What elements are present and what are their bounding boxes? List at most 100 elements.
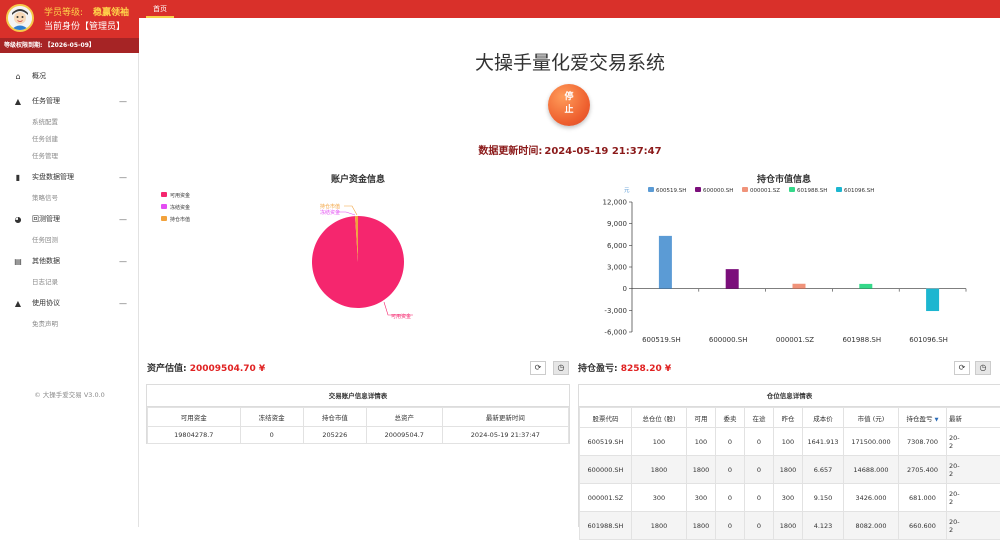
sidebar-item-label: 概况 (32, 72, 46, 80)
legend-swatch (789, 187, 795, 192)
y-tick-label: 9,000 (607, 220, 627, 228)
table-cell: 20- 2 (947, 484, 1000, 512)
table-cell: 681.000 (899, 484, 947, 512)
table-header[interactable]: 市值 (元) (844, 408, 899, 428)
sidebar-item-live-data[interactable]: ▮ 实盘数据管理 — (0, 165, 139, 190)
table-cell: 205226 (303, 427, 366, 444)
legend-label: 601988.SH (797, 188, 827, 194)
table-cell: 1800 (632, 512, 687, 540)
sidebar-item-task-create[interactable]: 任务创建 (0, 131, 139, 148)
table-header[interactable]: 委卖 (716, 408, 745, 428)
table-cell: 100 (687, 428, 716, 456)
table-cell: 0 (716, 456, 745, 484)
collapse-icon[interactable]: — (119, 165, 127, 190)
sidebar-item-agreement[interactable]: ▲ 使用协议 — (0, 291, 139, 316)
position-table-title: 仓位信息详情表 (579, 385, 1000, 407)
collapse-icon[interactable]: — (119, 89, 127, 114)
table-row[interactable]: 600519.SH 100 100 0 0 100 1641.913 17150… (580, 428, 1000, 456)
table-cell: 1800 (774, 456, 803, 484)
table-cell: 0 (716, 428, 745, 456)
table-header[interactable]: 总仓位 (股) (632, 408, 687, 428)
table-header[interactable]: 可用 (687, 408, 716, 428)
sidebar-item-system-config[interactable]: 系统配置 (0, 114, 139, 131)
asset-valuation-label: 资产估值: (147, 364, 187, 374)
level-label: 学员等级: (44, 8, 83, 18)
x-tick-label: 600519.SH (642, 336, 681, 344)
refresh-button[interactable]: ⟳ (530, 361, 546, 375)
position-pnl-value: 8258.20 ¥ (621, 364, 671, 374)
table-cell: 1800 (687, 512, 716, 540)
table-cell: 100 (774, 428, 803, 456)
sidebar-item-disclaimer[interactable]: 免责声明 (0, 316, 139, 333)
table-row[interactable]: 601988.SH 1800 1800 0 0 1800 4.123 8082.… (580, 512, 1000, 540)
stop-button[interactable]: 停止 (548, 84, 590, 126)
sidebar-item-task-management[interactable]: ▲ 任务管理 — (0, 89, 139, 114)
table-cell: 660.600 (899, 512, 947, 540)
account-table-title: 交易账户信息详情表 (147, 385, 569, 407)
legend-swatch (836, 187, 842, 192)
update-time-label: 数据更新时间: (478, 146, 542, 157)
pie-slice-label: 持仓市值 (320, 203, 340, 210)
update-time-value: 2024-05-19 21:37:47 (544, 146, 661, 157)
table-cell: 171500.000 (844, 428, 899, 456)
legend-swatch (648, 187, 654, 192)
account-table: 交易账户信息详情表 可用资金 冻结资金 持仓市值 总资产 最新更新时间 1980… (146, 384, 570, 444)
stop-button-label: 停止 (564, 92, 573, 115)
legend-label: 持仓市值 (170, 216, 190, 223)
sidebar-item-strategy-signals[interactable]: 策略信号 (0, 190, 139, 207)
table-row[interactable]: 600000.SH 1800 1800 0 0 1800 6.657 14688… (580, 456, 1000, 484)
table-header[interactable]: 持仓盈亏 ▼ (899, 408, 947, 428)
sidebar-item-logs[interactable]: 日志记录 (0, 274, 139, 291)
pie-chart-icon: ◕ (12, 207, 24, 232)
refresh-button[interactable]: ⟳ (954, 361, 970, 375)
table-cell: 2024-05-19 21:37:47 (442, 427, 568, 444)
sidebar-item-overview[interactable]: ⌂ 概况 (0, 64, 139, 89)
y-tick-label: 12,000 (603, 199, 628, 207)
table-header: 持仓市值 (303, 408, 366, 427)
tab-home[interactable]: 首页 (146, 0, 174, 18)
bar-601988.SH (859, 284, 872, 289)
account-pie-chart: 可用资金冻结资金持仓市值可用资金冻结资金持仓市值 (150, 184, 440, 334)
bar-600519.SH (659, 236, 672, 289)
table-cell: 14688.000 (844, 456, 899, 484)
pie-slice-label: 可用资金 (391, 313, 411, 320)
table-cell: 1641.913 (803, 428, 844, 456)
table-header: 最新更新时间 (442, 408, 568, 427)
table-header[interactable]: 最新 (947, 408, 1000, 428)
sort-desc-icon[interactable]: ▼ (935, 417, 939, 423)
table-cell: 600000.SH (580, 456, 632, 484)
collapse-icon[interactable]: — (119, 291, 127, 316)
sidebar-item-task-backtest[interactable]: 任务回测 (0, 232, 139, 249)
table-header[interactable]: 昨仓 (774, 408, 803, 428)
sidebar-item-other-data[interactable]: ▤ 其他数据 — (0, 249, 139, 274)
sidebar-item-task-manage[interactable]: 任务管理 (0, 148, 139, 165)
table-header[interactable]: 在途 (745, 408, 774, 428)
table-cell: 0 (716, 512, 745, 540)
sidebar-item-backtest[interactable]: ◕ 回测管理 — (0, 207, 139, 232)
table-cell: 601988.SH (580, 512, 632, 540)
table-header[interactable]: 股票代码 (580, 408, 632, 428)
table-cell: 20009504.7 (366, 427, 442, 444)
avatar (6, 4, 34, 32)
table-header[interactable]: 成本价 (803, 408, 844, 428)
y-tick-label: -3,000 (604, 307, 627, 315)
table-cell: 8082.000 (844, 512, 899, 540)
table-cell: 0 (745, 428, 774, 456)
table-cell: 2705.400 (899, 456, 947, 484)
clock-icon: ◷ (980, 363, 987, 372)
auto-refresh-button[interactable]: ◷ (975, 361, 991, 375)
auto-refresh-button[interactable]: ◷ (553, 361, 569, 375)
table-row[interactable]: 000001.SZ 300 300 0 0 300 9.150 3426.000… (580, 484, 1000, 512)
position-pnl-label: 持仓盈亏: (578, 364, 618, 374)
sidebar-item-label: 任务管理 (32, 97, 60, 105)
collapse-icon[interactable]: — (119, 249, 127, 274)
table-header-label: 持仓盈亏 (907, 415, 933, 423)
legend-swatch (695, 187, 701, 192)
user-identity: 当前身份【管理员】 (44, 19, 125, 32)
x-tick-label: 601096.SH (909, 336, 948, 344)
table-cell: 20- 2 (947, 428, 1000, 456)
collapse-icon[interactable]: — (119, 207, 127, 232)
table-cell: 6.657 (803, 456, 844, 484)
y-tick-label: -6,000 (604, 329, 627, 337)
legend-label: 可用资金 (170, 192, 190, 199)
